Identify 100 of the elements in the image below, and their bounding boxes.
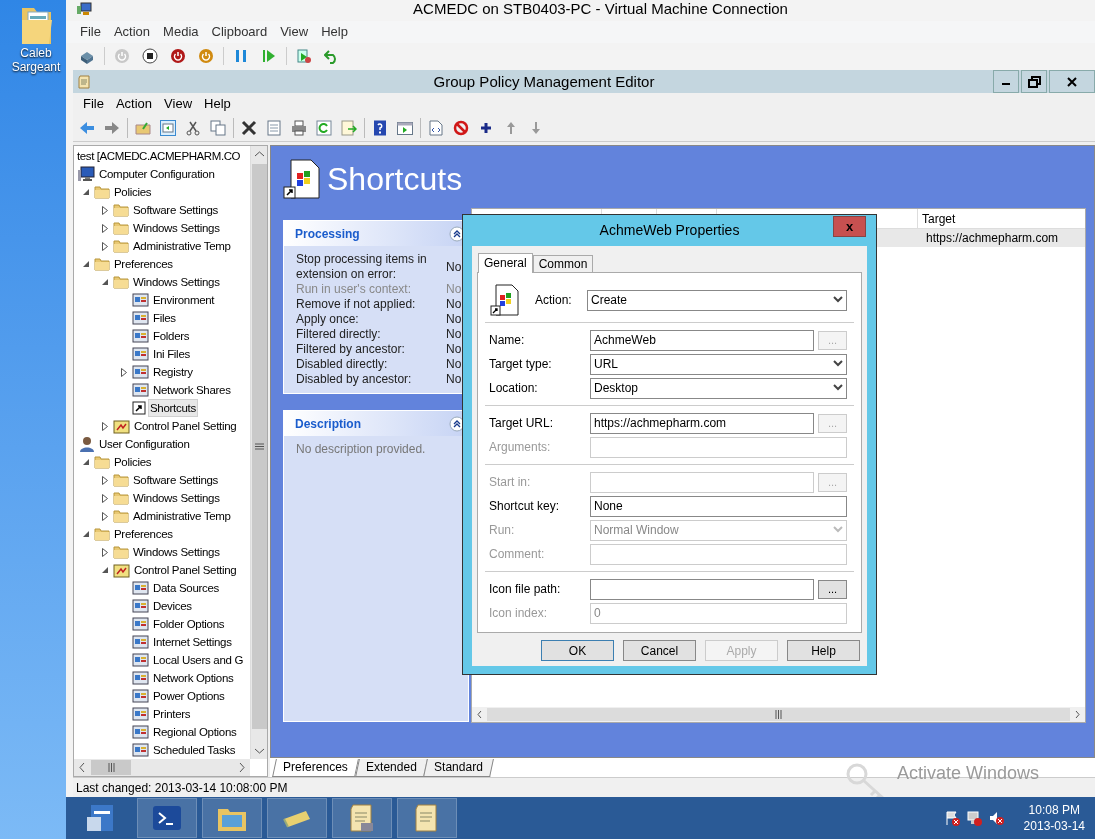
tree-item[interactable]: Scheduled Tasks — [151, 741, 238, 759]
export-icon[interactable] — [341, 120, 357, 136]
scrollbar[interactable] — [472, 707, 1085, 722]
menu-item[interactable]: View — [274, 22, 315, 42]
tree-item[interactable]: Policies — [112, 183, 154, 201]
plus-icon[interactable] — [478, 120, 494, 136]
tree-item[interactable]: Registry — [151, 363, 195, 381]
scroll-thumb[interactable] — [91, 760, 131, 775]
help-icon[interactable] — [372, 120, 388, 136]
browse-button[interactable]: ... — [818, 579, 847, 599]
menu-item[interactable]: Clipboard — [205, 22, 274, 42]
tree-item[interactable]: Windows Settings — [131, 273, 222, 291]
tree-item[interactable]: Files — [151, 309, 178, 327]
collapse-icon[interactable] — [102, 278, 109, 286]
dialog-button[interactable]: OK — [541, 640, 614, 661]
tab[interactable]: Preferences — [272, 759, 359, 777]
scrollbar[interactable] — [74, 759, 250, 776]
tree-item[interactable]: Power Options — [151, 687, 227, 705]
tree-item[interactable]: Preferences — [112, 525, 175, 543]
tree-item[interactable]: User Configuration — [97, 435, 192, 453]
speaker-muted-icon[interactable] — [987, 810, 1004, 826]
refresh-icon[interactable] — [316, 120, 332, 136]
scroll-thumb[interactable] — [487, 708, 1070, 721]
power-icon[interactable] — [170, 48, 186, 64]
expand-icon[interactable] — [102, 547, 108, 557]
expand-icon[interactable] — [102, 511, 108, 521]
menu-item[interactable]: View — [158, 94, 199, 114]
tree-item[interactable]: Administrative Temp — [131, 507, 233, 525]
tree-item[interactable]: Folder Options — [151, 615, 227, 633]
printer-icon[interactable] — [291, 120, 307, 136]
tree-item[interactable]: Folders — [151, 327, 192, 345]
column-header[interactable]: Target — [918, 209, 1085, 228]
panel-icon[interactable] — [160, 120, 176, 136]
tree-item[interactable]: Control Panel Setting — [132, 561, 239, 579]
folder-up-icon[interactable] — [135, 120, 151, 136]
no-sign-icon[interactable] — [453, 120, 469, 136]
close-button[interactable]: x — [833, 216, 866, 237]
dialog-button[interactable]: Cancel — [623, 640, 696, 661]
dropdown[interactable]: Create — [587, 289, 847, 311]
tree-item[interactable]: Data Sources — [151, 579, 222, 597]
input-field[interactable]: https://achmepharm.com — [590, 412, 814, 434]
tree-item[interactable]: Control Panel Setting — [132, 417, 239, 435]
network-icon[interactable] — [965, 810, 982, 826]
expand-icon[interactable] — [102, 493, 108, 503]
tree-item[interactable]: Environment — [151, 291, 217, 309]
tree-item[interactable]: Windows Settings — [131, 543, 222, 561]
tree-item[interactable]: Computer Configuration — [97, 165, 217, 183]
document-play-icon[interactable] — [296, 48, 312, 64]
tree-item[interactable]: Windows Settings — [131, 489, 222, 507]
tab[interactable]: Extended — [354, 759, 428, 777]
clock[interactable]: 10:08 PM 2013-03-14 — [1023, 802, 1085, 834]
tab[interactable]: Common — [532, 255, 594, 272]
stop-icon[interactable] — [142, 48, 158, 64]
tree-item[interactable]: Ini Files — [151, 345, 192, 363]
collapse-icon[interactable] — [83, 530, 90, 538]
tree-item[interactable]: Internet Settings — [151, 633, 234, 651]
expand-icon[interactable] — [121, 367, 127, 377]
input-field[interactable]: None — [590, 495, 847, 517]
tree-item[interactable]: Software Settings — [131, 201, 221, 219]
scissors-icon[interactable] — [185, 120, 201, 136]
tree-item[interactable]: Software Settings — [131, 471, 221, 489]
dialog-button[interactable]: Help — [787, 640, 860, 661]
collapse-icon[interactable] — [102, 566, 109, 574]
menu-item[interactable]: Help — [198, 94, 237, 114]
collapse-icon[interactable] — [83, 458, 90, 466]
menu-item[interactable]: Help — [315, 22, 354, 42]
expand-icon[interactable] — [102, 205, 108, 215]
tree-item[interactable]: Shortcuts — [148, 399, 198, 417]
dropdown[interactable]: URL — [590, 353, 847, 375]
document-icon[interactable] — [428, 120, 444, 136]
tree-item[interactable]: Policies — [112, 453, 154, 471]
copy-icon[interactable] — [210, 120, 226, 136]
tree-item[interactable]: Local Users and G — [151, 651, 246, 669]
tree-item[interactable]: Printers — [151, 705, 193, 723]
flag-icon[interactable] — [943, 810, 960, 826]
tab[interactable]: Standard — [423, 759, 495, 777]
tab[interactable]: General — [478, 253, 533, 273]
collapse-icon[interactable] — [83, 188, 90, 196]
desktop-icon-label[interactable]: Caleb Sargeant — [6, 46, 66, 74]
panel-icon[interactable] — [397, 120, 413, 136]
power-icon[interactable] — [198, 48, 214, 64]
collapse-icon[interactable] — [83, 260, 90, 268]
tree-item[interactable]: Preferences — [112, 255, 175, 273]
menu-item[interactable]: Action — [109, 94, 159, 114]
tree-item[interactable]: Windows Settings — [131, 219, 222, 237]
tree-item[interactable]: Network Shares — [151, 381, 233, 399]
resume-icon[interactable] — [261, 48, 277, 64]
tree-item[interactable]: Devices — [151, 597, 194, 615]
pause-icon[interactable] — [233, 48, 249, 64]
menu-item[interactable]: File — [74, 22, 107, 42]
menu-item[interactable]: Action — [107, 22, 157, 42]
tree-item[interactable]: Administrative Temp — [131, 237, 233, 255]
menu-item[interactable]: Media — [157, 22, 205, 42]
input-field[interactable]: AchmeWeb — [590, 329, 814, 351]
tree-root-label[interactable]: test [ACMEDC.ACMEPHARM.CO — [74, 147, 250, 165]
tree-item[interactable]: Network Options — [151, 669, 236, 687]
expand-icon[interactable] — [102, 475, 108, 485]
input-field[interactable] — [590, 578, 814, 600]
expand-icon[interactable] — [102, 241, 108, 251]
forward-icon[interactable] — [104, 120, 120, 136]
